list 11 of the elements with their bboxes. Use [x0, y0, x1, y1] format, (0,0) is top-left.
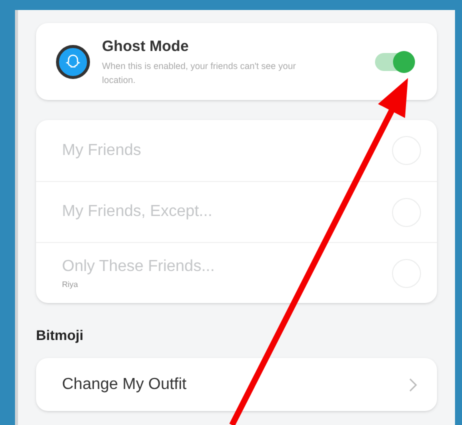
row-label: Change My Outfit — [62, 374, 188, 394]
bitmoji-heading: Bitmoji — [36, 326, 84, 345]
option-label: Only These Friends... — [62, 257, 216, 277]
option-sublabel: Riya — [62, 279, 80, 291]
option-label: My Friends, Except... — [62, 202, 214, 222]
chevron-right-icon — [409, 378, 417, 392]
ghost-avatar-icon — [56, 44, 90, 78]
change-outfit-row[interactable]: Change My Outfit — [36, 358, 437, 411]
ghost-mode-title: Ghost Mode — [102, 37, 190, 58]
ghost-mode-description: When this is enabled, your friends can't see your location. — [102, 60, 297, 87]
option-label: My Friends — [62, 140, 142, 160]
